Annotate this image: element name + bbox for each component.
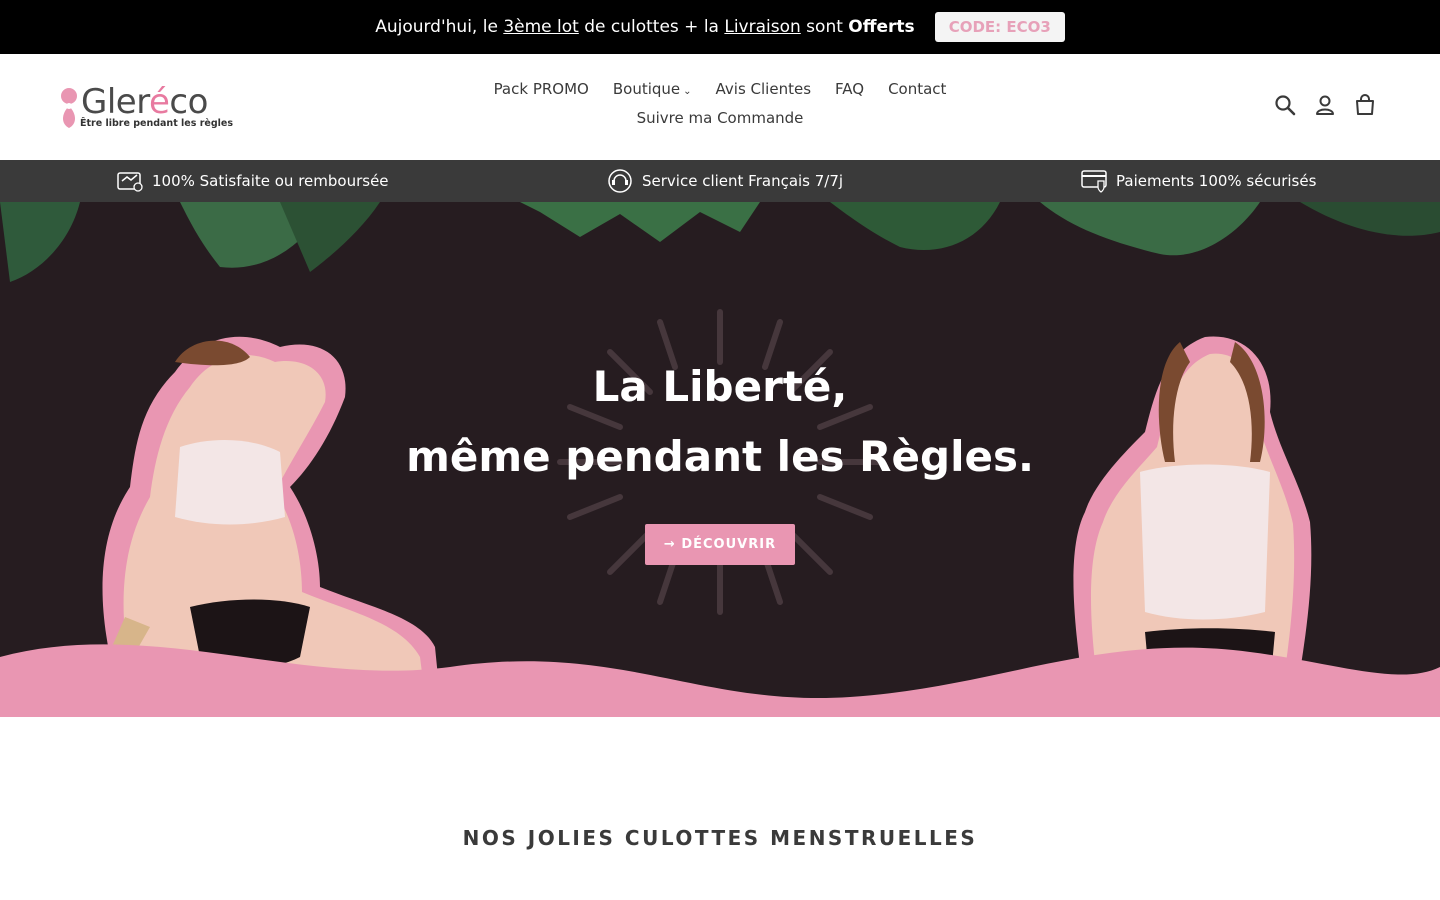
cart-icon[interactable]	[1354, 94, 1376, 116]
nav-item-avis-clientes[interactable]: Avis Clientes	[716, 80, 811, 98]
trust-item-refund: 100% Satisfaite ou remboursée	[116, 160, 389, 202]
secure-payment-icon	[1081, 170, 1107, 193]
announcement-bold: Offerts	[848, 17, 915, 37]
logo[interactable]: Gleréco Être libre pendant les règles	[57, 82, 233, 134]
main-nav: Pack PROMO Boutique ⌄ Avis Clientes FAQ C…	[470, 80, 970, 127]
announcement-part: de culottes + la	[578, 17, 725, 37]
leaves-decoration	[0, 202, 1440, 282]
account-icon[interactable]	[1314, 94, 1336, 116]
brand-tagline: Être libre pendant les règles	[80, 118, 233, 129]
promo-code-badge[interactable]: CODE: ECO3	[934, 12, 1065, 42]
trust-item-payment: Paiements 100% sécurisés	[1080, 160, 1316, 202]
pink-wave	[0, 644, 1440, 717]
nav-item-boutique-label: Boutique	[612, 80, 681, 98]
brand-name-accent: é	[148, 82, 170, 122]
nav-item-faq[interactable]: FAQ	[835, 80, 864, 98]
trust-item-support: Service client Français 7/7j	[606, 160, 843, 202]
announcement-link-livraison[interactable]: Livraison	[724, 17, 800, 37]
brand-name-suffix: co	[169, 82, 208, 122]
trust-label: Service client Français 7/7j	[642, 172, 844, 190]
announcement-part: Aujourd'hui, le	[375, 17, 504, 37]
announcement-bar: Aujourd'hui, le 3ème lot de culottes + l…	[0, 0, 1440, 54]
discover-button[interactable]: → DÉCOUVRIR	[645, 524, 795, 565]
header-icons	[1274, 94, 1376, 116]
brand-name-prefix: Gler	[81, 82, 149, 122]
support-icon	[608, 169, 632, 193]
hero-title: La Liberté, même pendant les Règles.	[0, 352, 1440, 492]
section-title: NOS JOLIES CULOTTES MENSTRUELLES	[462, 826, 978, 850]
hero-title-line2: même pendant les Règles.	[406, 432, 1034, 481]
refund-icon	[117, 172, 143, 192]
announcement-link-lot[interactable]: 3ème lot	[503, 17, 579, 37]
nav-item-pack-promo[interactable]: Pack PROMO	[494, 80, 589, 98]
trust-label: Paiements 100% sécurisés	[1116, 172, 1317, 190]
nav-item-boutique[interactable]: Boutique ⌄	[613, 80, 692, 98]
trust-label: 100% Satisfaite ou remboursée	[152, 172, 389, 190]
drop-logo-icon	[61, 88, 77, 128]
site-header: Gleréco Être libre pendant les règles Pa…	[0, 54, 1440, 160]
brand-name: Gleréco	[81, 82, 208, 122]
search-icon[interactable]	[1274, 94, 1296, 116]
announcement-part: sont	[800, 17, 849, 37]
nav-item-suivre-commande[interactable]: Suivre ma Commande	[637, 109, 804, 127]
hero-title-line1: La Liberté,	[592, 362, 848, 411]
hero-banner: La Liberté, même pendant les Règles. → D…	[0, 202, 1440, 717]
chevron-down-icon: ⌄	[683, 86, 692, 97]
announcement-text: Aujourd'hui, le 3ème lot de culottes + l…	[375, 17, 915, 37]
trust-bar: 100% Satisfaite ou remboursée Service cl…	[0, 160, 1440, 202]
nav-item-contact[interactable]: Contact	[888, 80, 946, 98]
